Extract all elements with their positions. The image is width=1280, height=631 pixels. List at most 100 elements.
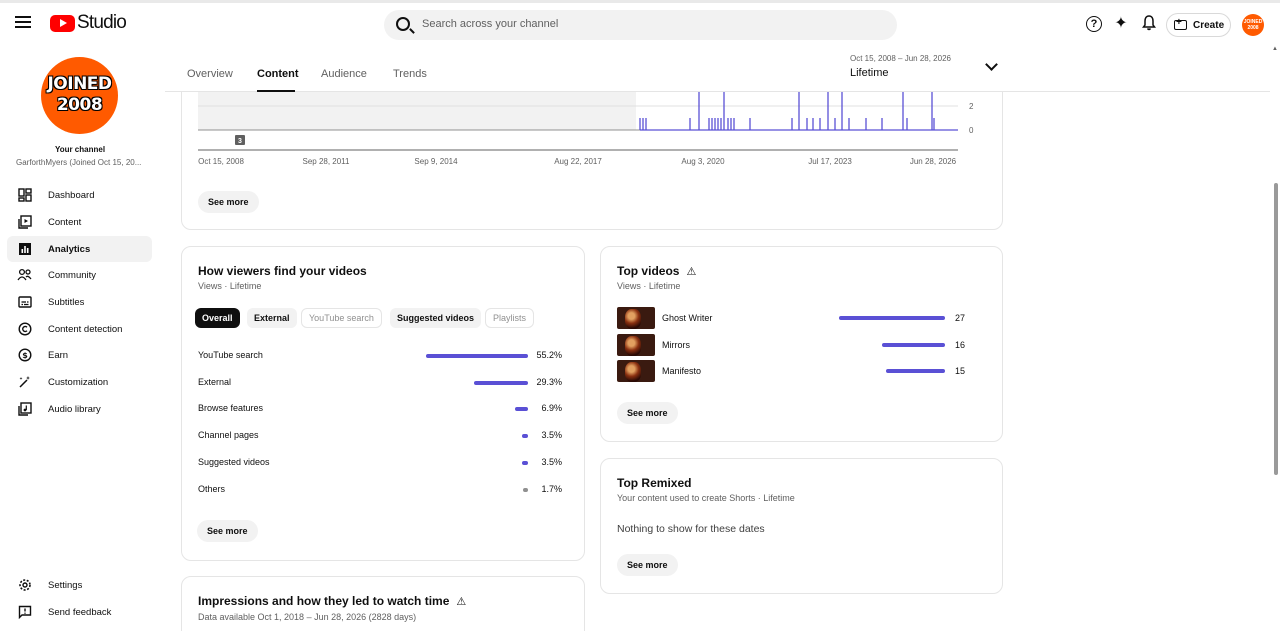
subtitles-icon bbox=[17, 295, 32, 310]
date-range-selector[interactable]: Oct 15, 2008 – Jun 28, 2026 Lifetime bbox=[850, 54, 951, 79]
traffic-source-label: External bbox=[198, 376, 232, 387]
analytics-tabs: Overview Content Audience Trends Oct 15,… bbox=[165, 44, 1270, 92]
search-bar[interactable]: Search across your channel bbox=[384, 10, 897, 40]
see-more-button[interactable]: See more bbox=[617, 402, 678, 424]
warning-icon[interactable]: ⚠ bbox=[456, 595, 466, 608]
sidebar-item-community[interactable]: Community bbox=[7, 262, 152, 288]
youtube-logo-icon bbox=[50, 14, 75, 32]
avatar-text-2: 2008 bbox=[1247, 25, 1259, 31]
see-more-button[interactable]: See more bbox=[197, 520, 258, 542]
top-video-row[interactable]: Manifesto 15 bbox=[617, 360, 985, 383]
traffic-source-row[interactable]: Browse features 6.9% bbox=[198, 403, 566, 417]
create-button[interactable]: Create bbox=[1166, 13, 1231, 37]
tab-audience[interactable]: Audience bbox=[321, 68, 367, 80]
date-range-label: Lifetime bbox=[850, 67, 889, 79]
sidebar-item-label: Dashboard bbox=[48, 189, 95, 201]
sidebar-item-label: Audio library bbox=[48, 403, 101, 415]
channel-avatar-text-1: JOINED bbox=[47, 74, 112, 94]
card-subtitle: Data available Oct 1, 2018 – Jun 28, 202… bbox=[198, 612, 417, 622]
account-avatar[interactable]: JOINED 2008 bbox=[1242, 14, 1264, 36]
channel-avatar-text-2: 2008 bbox=[56, 95, 103, 115]
x-tick-label: Jul 17, 2023 bbox=[808, 157, 852, 166]
card-title: Top Remixed bbox=[617, 476, 692, 490]
sparkle-icon[interactable]: ✦ bbox=[1112, 15, 1130, 33]
sidebar-item-subtitles[interactable]: Subtitles bbox=[7, 289, 152, 315]
sidebar-item-content[interactable]: Content bbox=[7, 209, 152, 235]
bell-icon[interactable] bbox=[1140, 15, 1158, 33]
svg-text:$: $ bbox=[22, 351, 28, 360]
card-subtitle: Your content used to create Shorts · Lif… bbox=[617, 493, 795, 503]
video-views-count: 16 bbox=[954, 339, 965, 350]
sidebar-item-send-feedback[interactable]: Send feedback bbox=[7, 599, 152, 625]
traffic-source-row[interactable]: YouTube search 55.2% bbox=[198, 350, 566, 364]
sidebar-item-label: Content detection bbox=[48, 323, 123, 335]
traffic-source-bar bbox=[523, 487, 528, 492]
see-more-button[interactable]: See more bbox=[617, 554, 678, 576]
traffic-source-percent: 1.7% bbox=[541, 483, 562, 494]
traffic-source-label: Browse features bbox=[198, 403, 264, 414]
traffic-source-percent: 3.5% bbox=[541, 456, 562, 467]
impressions-card: Impressions and how they led to watch ti… bbox=[181, 576, 585, 631]
sidebar-item-label: Settings bbox=[48, 579, 83, 591]
search-input[interactable]: Search across your channel bbox=[422, 18, 558, 30]
traffic-source-bar bbox=[521, 434, 528, 439]
copyright-icon bbox=[17, 321, 32, 337]
top-video-row[interactable]: Ghost Writer 27 bbox=[617, 307, 985, 329]
sidebar-item-label: Earn bbox=[48, 349, 69, 361]
channel-name: GarforthMyers (Joined Oct 15, 20... bbox=[16, 158, 142, 167]
top-videos-card: Top videos ⚠ Views · Lifetime Ghost Write… bbox=[600, 246, 1003, 442]
help-icon[interactable]: ? bbox=[1086, 16, 1102, 32]
sidebar-item-earn[interactable]: $ Earn bbox=[7, 342, 152, 368]
x-tick-label: Jun 28, 2026 bbox=[910, 157, 957, 166]
sidebar-item-settings[interactable]: Settings bbox=[7, 572, 152, 598]
create-label: Create bbox=[1193, 19, 1225, 31]
video-thumbnail[interactable] bbox=[617, 307, 655, 329]
empty-state-text: Nothing to show for these dates bbox=[617, 523, 765, 535]
tab-content[interactable]: Content bbox=[257, 68, 299, 80]
sidebar-item-label: Customization bbox=[48, 376, 109, 388]
app-name: Studio bbox=[77, 12, 127, 33]
video-views-bar bbox=[886, 369, 945, 374]
traffic-sources-list: YouTube search 55.2% External 29.3% Browse f… bbox=[182, 92, 586, 631]
top-bar: Studio Search across your channel ? ✦ Cr… bbox=[0, 0, 1280, 44]
traffic-source-percent: 55.2% bbox=[536, 350, 562, 360]
gear-icon bbox=[17, 578, 32, 593]
sidebar-item-content-detection[interactable]: Content detection bbox=[7, 316, 152, 342]
search-icon bbox=[396, 17, 410, 31]
audio-library-icon bbox=[17, 401, 32, 417]
community-icon bbox=[17, 268, 32, 283]
traffic-source-row[interactable]: External 29.3% bbox=[198, 377, 566, 391]
video-title: Mirrors bbox=[662, 339, 690, 350]
sidebar-item-label: Community bbox=[48, 269, 97, 281]
tab-overview[interactable]: Overview bbox=[187, 68, 233, 80]
video-thumbnail[interactable] bbox=[617, 333, 655, 356]
menu-icon[interactable] bbox=[15, 13, 35, 33]
channel-avatar[interactable]: JOINED 2008 bbox=[41, 57, 118, 134]
traffic-source-label: Others bbox=[198, 483, 226, 494]
chevron-down-icon[interactable] bbox=[985, 58, 998, 71]
sidebar-item-audio-library[interactable]: Audio library bbox=[7, 396, 152, 422]
scrollbar-thumb[interactable] bbox=[1274, 183, 1278, 475]
sidebar: JOINED 2008 Your channel GarforthMyers (J… bbox=[0, 44, 165, 631]
sidebar-item-dashboard[interactable]: Dashboard bbox=[7, 182, 152, 208]
traffic-source-row[interactable]: Suggested videos 3.5% bbox=[198, 457, 566, 471]
sidebar-item-label: Subtitles bbox=[48, 296, 85, 308]
sidebar-item-analytics[interactable]: Analytics bbox=[7, 236, 152, 262]
tab-trends[interactable]: Trends bbox=[393, 68, 427, 80]
video-views-count: 15 bbox=[954, 366, 965, 377]
traffic-source-row[interactable]: Others 1.7% bbox=[198, 484, 566, 498]
traffic-source-bar bbox=[515, 407, 528, 412]
sidebar-item-label: Analytics bbox=[48, 243, 91, 255]
top-video-row[interactable]: Mirrors 16 bbox=[617, 333, 985, 356]
magic-wand-icon bbox=[17, 375, 32, 390]
y-tick-label: 2 bbox=[969, 102, 974, 111]
video-thumbnail[interactable] bbox=[617, 360, 655, 383]
traffic-source-row[interactable]: Channel pages 3.5% bbox=[198, 430, 566, 444]
scroll-up-arrow-icon[interactable]: ▲ bbox=[1272, 46, 1278, 52]
video-views-count: 27 bbox=[954, 313, 965, 323]
studio-logo[interactable]: Studio bbox=[50, 12, 127, 34]
dashboard-icon bbox=[17, 187, 32, 203]
sidebar-item-customization[interactable]: Customization bbox=[7, 369, 152, 395]
your-channel-label: Your channel bbox=[54, 145, 106, 154]
traffic-source-bar bbox=[426, 354, 528, 358]
